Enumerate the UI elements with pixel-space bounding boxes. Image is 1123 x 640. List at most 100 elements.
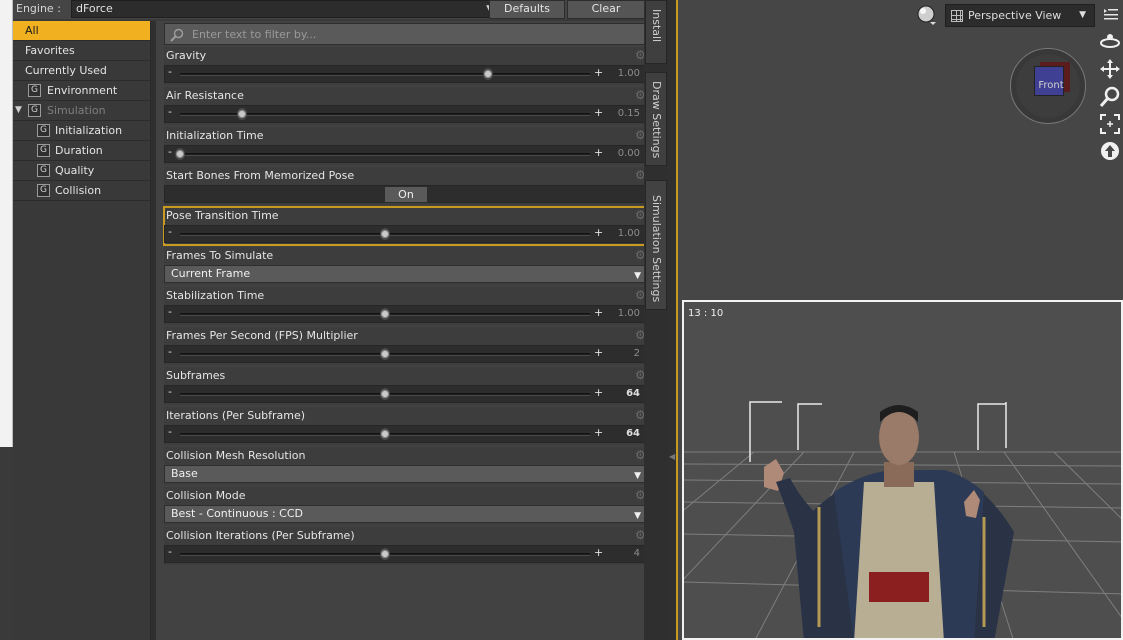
viewport-menu-icon[interactable] (1103, 7, 1119, 21)
pan-icon[interactable] (1099, 58, 1121, 80)
collision-mode-dropdown[interactable]: Best - Continuous : CCD ▼ (164, 505, 648, 523)
chevron-down-icon: ▼ (634, 271, 641, 281)
tab-simulation-settings[interactable]: Simulation Settings (645, 180, 667, 310)
property-value[interactable]: 1.00 (600, 227, 640, 241)
decrement-button[interactable]: - (168, 426, 172, 438)
collapse-arrow-icon[interactable]: ◀ (669, 452, 675, 461)
view-cube-label: Front (1038, 80, 1064, 91)
slider-knob[interactable] (380, 228, 390, 240)
filter-input[interactable] (192, 25, 642, 43)
property-label: Collision Mode (166, 489, 246, 502)
orbit-icon[interactable] (1099, 30, 1121, 52)
engine-label: Engine : (16, 2, 61, 15)
property-label: Iterations (Per Subframe) (166, 409, 306, 422)
tab-install[interactable]: Install (645, 0, 667, 64)
tab-label: Draw Settings (650, 81, 663, 159)
property-label: Pose Transition Time (166, 209, 279, 222)
expand-triangle-icon[interactable]: ▼ (15, 101, 22, 120)
tree-item-label: Collision (55, 184, 102, 197)
decrement-button[interactable]: - (168, 146, 172, 158)
decrement-button[interactable]: - (168, 546, 172, 558)
slider-knob[interactable] (380, 548, 390, 560)
frames-to-simulate-dropdown[interactable]: Current Frame ▼ (164, 265, 648, 283)
slider-knob[interactable] (482, 68, 493, 80)
render-frame[interactable]: 13 : 10 (682, 300, 1123, 640)
dropdown-value: Base (171, 467, 198, 480)
chevron-down-icon: ▼ (634, 471, 641, 481)
tree-item-collision[interactable]: G Collision (13, 181, 150, 201)
group-icon: G (37, 184, 50, 197)
defaults-button[interactable]: Defaults (489, 0, 565, 19)
slider-knob[interactable] (380, 348, 390, 360)
filter-box (164, 23, 648, 45)
engine-select-value: dForce (76, 2, 113, 15)
aspect-ratio-label: 13 : 10 (688, 308, 724, 319)
tree-item-currently-used[interactable]: Currently Used (13, 61, 150, 81)
collision-mesh-resolution-dropdown[interactable]: Base ▼ (164, 465, 648, 483)
pane-tabs: Install Draw Settings Simulation Setting… (644, 0, 668, 640)
slider-knob[interactable] (236, 108, 247, 120)
property-subframes: Subframes ⚙ - + 64 (164, 367, 648, 405)
view-select[interactable]: Perspective View ▼ (945, 4, 1095, 27)
tree-item-label: Favorites (25, 44, 75, 57)
decrement-button[interactable]: - (168, 66, 172, 78)
property-value[interactable]: 64 (600, 387, 640, 401)
slider-knob[interactable] (380, 388, 390, 400)
decrement-button[interactable]: - (168, 346, 172, 358)
property-value[interactable]: 2 (600, 347, 640, 361)
tree-item-label: Duration (55, 144, 103, 157)
on-toggle-button[interactable]: On (384, 186, 428, 203)
tab-draw-settings[interactable]: Draw Settings (645, 72, 667, 166)
property-list: Gravity ⚙ - + 1.00 Air Resistance ⚙ - + … (151, 21, 649, 640)
search-icon[interactable] (170, 28, 184, 42)
decrement-button[interactable]: - (168, 306, 172, 318)
property-value[interactable]: 1.00 (600, 307, 640, 321)
dforce-simulation-settings-window: Engine : dForce ▼ Defaults Clear All Fav… (0, 0, 1123, 640)
engine-select[interactable]: dForce ▼ (71, 0, 499, 18)
tree-item-simulation[interactable]: ▼ G Simulation (13, 101, 150, 121)
property-value[interactable]: 4 (600, 547, 640, 561)
tab-label: Simulation Settings (650, 195, 663, 303)
clear-button[interactable]: Clear (567, 0, 645, 19)
property-collision-iterations: Collision Iterations (Per Subframe) ⚙ - … (164, 527, 648, 565)
chevron-down-icon: ▼ (1079, 10, 1086, 20)
decrement-button[interactable]: - (168, 106, 172, 118)
property-collision-mesh-resolution: Collision Mesh Resolution ⚙ Base ▼ (164, 447, 648, 485)
tree-item-all[interactable]: All (13, 21, 150, 41)
zoom-icon[interactable] (1099, 86, 1121, 108)
decrement-button[interactable]: - (168, 226, 172, 238)
slider-knob[interactable] (380, 308, 390, 320)
decrement-button[interactable]: - (168, 386, 172, 398)
property-pose-transition-time: Pose Transition Time ⚙ - + 1.00 (163, 206, 649, 246)
property-value[interactable]: 1.00 (600, 67, 640, 81)
tree-item-duration[interactable]: G Duration (13, 141, 150, 161)
property-value[interactable]: 64 (600, 427, 640, 441)
view-cube[interactable]: Front (1010, 48, 1086, 124)
property-air-resistance: Air Resistance ⚙ - + 0.15 (164, 87, 648, 125)
draw-style-icon[interactable] (916, 4, 938, 26)
tree-item-initialization[interactable]: G Initialization (13, 121, 150, 141)
property-start-bones-from-memorized-pose: Start Bones From Memorized Pose ⚙ On (164, 167, 648, 205)
property-collision-mode: Collision Mode ⚙ Best - Continuous : CCD… (164, 487, 648, 525)
property-label: Frames Per Second (FPS) Multiplier (166, 329, 358, 342)
slider-knob[interactable] (380, 428, 390, 440)
tree-item-label: Simulation (47, 104, 106, 117)
property-label: Collision Iterations (Per Subframe) (166, 529, 355, 542)
property-gravity: Gravity ⚙ - + 1.00 (164, 47, 648, 85)
slider-knob[interactable] (175, 148, 185, 160)
reset-view-icon[interactable] (1099, 140, 1121, 162)
property-label: Gravity (166, 49, 207, 62)
property-value[interactable]: 0.15 (600, 107, 640, 121)
group-icon: G (37, 124, 50, 137)
group-icon: G (28, 84, 41, 97)
frame-icon[interactable] (1099, 113, 1121, 135)
property-frames-to-simulate: Frames To Simulate ⚙ Current Frame ▼ (164, 247, 648, 285)
tree-item-environment[interactable]: G Environment (13, 81, 150, 101)
tree-item-quality[interactable]: G Quality (13, 161, 150, 181)
property-value[interactable]: 0.00 (600, 147, 640, 161)
property-label: Subframes (166, 369, 226, 382)
tree-item-favorites[interactable]: Favorites (13, 41, 150, 61)
property-label: Frames To Simulate (166, 249, 274, 262)
scene-preview (684, 302, 1121, 638)
grid-icon (951, 10, 963, 22)
